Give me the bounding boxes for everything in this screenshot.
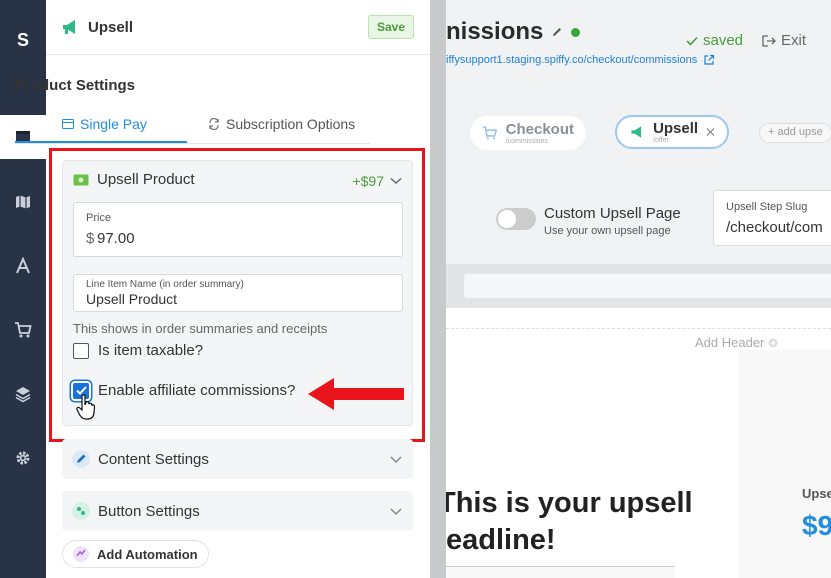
gear-icon bbox=[16, 451, 30, 465]
plus-circle-icon bbox=[768, 338, 778, 347]
header-divider bbox=[446, 328, 831, 329]
product-settings-title: Product Settings bbox=[15, 77, 136, 94]
chevron-down-icon bbox=[390, 456, 402, 464]
button-settings-accordion[interactable]: Button Settings bbox=[62, 491, 413, 531]
layers-nav-button[interactable] bbox=[0, 372, 46, 416]
pencil-icon[interactable] bbox=[551, 26, 563, 38]
tab-label: Single Pay bbox=[80, 116, 147, 132]
chevron-down-icon bbox=[390, 508, 402, 516]
funnel-title: nissions bbox=[446, 18, 581, 46]
accordion-label: Content Settings bbox=[98, 450, 209, 468]
cart-icon bbox=[482, 126, 498, 140]
funnel-title-text: nissions bbox=[446, 18, 544, 45]
content-settings-accordion[interactable]: Content Settings bbox=[62, 439, 413, 479]
custom-page-title: Custom Upsell Page bbox=[544, 205, 681, 222]
side-product-label: Upse bbox=[802, 486, 831, 501]
funnel-url-link[interactable]: iffysupport1.staging.spiffy.co/checkout/… bbox=[446, 54, 715, 66]
tab-subscription-options[interactable]: Subscription Options bbox=[208, 116, 355, 132]
cart-icon bbox=[15, 322, 32, 338]
megaphone-icon bbox=[631, 126, 642, 138]
step-upsell[interactable]: Upsell /offer bbox=[615, 115, 729, 149]
pen-icon bbox=[72, 450, 90, 468]
step-name: Upsell bbox=[653, 120, 699, 137]
editor-preview: nissions iffysupport1.staging.spiffy.co/… bbox=[446, 0, 831, 578]
typography-nav-button[interactable] bbox=[0, 244, 46, 288]
tab-single-pay[interactable]: Single Pay bbox=[62, 116, 147, 132]
typography-icon bbox=[16, 257, 30, 274]
card-icon bbox=[62, 119, 74, 129]
upsell-headline[interactable]: This is your upsell eadline! bbox=[446, 485, 693, 559]
step-path: /offer bbox=[653, 137, 669, 144]
check-icon bbox=[686, 36, 698, 46]
panel-header: Upsell Save bbox=[46, 0, 430, 55]
automation-icon bbox=[73, 546, 89, 562]
saved-label: saved bbox=[703, 32, 744, 49]
tab-label: Subscription Options bbox=[226, 116, 356, 132]
slug-label: Upsell Step Slug bbox=[726, 201, 808, 213]
preview-toolbar bbox=[446, 264, 831, 308]
add-automation-button[interactable]: Add Automation bbox=[62, 540, 209, 568]
close-icon[interactable] bbox=[706, 127, 715, 137]
button-icon bbox=[72, 502, 90, 520]
annotation-arrow-icon bbox=[308, 378, 404, 410]
exit-icon bbox=[762, 34, 776, 47]
step-name: Checkout bbox=[505, 121, 574, 138]
app-logo[interactable]: S bbox=[0, 30, 46, 51]
settings-nav-button[interactable] bbox=[0, 436, 46, 480]
cart-nav-button[interactable] bbox=[0, 308, 46, 352]
step-checkout[interactable]: Checkout /commissions bbox=[470, 116, 586, 150]
toggle-knob bbox=[498, 210, 516, 228]
external-link-icon bbox=[704, 54, 715, 65]
preview-address-bar[interactable] bbox=[464, 274, 831, 298]
status-dot bbox=[571, 27, 581, 37]
hand-cursor-icon bbox=[76, 394, 96, 420]
repeat-icon bbox=[209, 118, 219, 130]
save-button[interactable]: Save bbox=[367, 15, 414, 39]
map-icon bbox=[16, 195, 30, 209]
megaphone-icon bbox=[63, 20, 75, 34]
layers-icon bbox=[15, 387, 31, 403]
funnel-url-text: iffysupport1.staging.spiffy.co/checkout/… bbox=[446, 54, 698, 66]
exit-button[interactable]: Exit bbox=[762, 32, 806, 49]
step-path: /commissions bbox=[505, 138, 549, 145]
add-header-label: Add Header bbox=[695, 335, 765, 350]
custom-page-subtitle: Use your own upsell page bbox=[544, 225, 671, 237]
add-upsell-button[interactable]: + add upse bbox=[759, 123, 831, 143]
side-product-price: $9 bbox=[802, 510, 831, 541]
map-nav-button[interactable] bbox=[0, 180, 46, 224]
panel-title: Upsell bbox=[88, 18, 134, 36]
headline-line-2: eadline! bbox=[446, 524, 556, 556]
add-header-button[interactable]: Add Header bbox=[695, 335, 778, 350]
add-automation-label: Add Automation bbox=[97, 546, 198, 562]
embedded-screenshot-thumbnail bbox=[446, 566, 675, 578]
accordion-label: Button Settings bbox=[98, 502, 200, 520]
slug-input[interactable]: /checkout/com bbox=[726, 219, 823, 236]
payment-tabs: Single Pay Subscription Options bbox=[15, 112, 370, 144]
upsell-step-slug-field[interactable]: Upsell Step Slug /checkout/com bbox=[713, 190, 831, 246]
headline-line-1: This is your upsell bbox=[446, 487, 693, 519]
panel-resize-handle[interactable] bbox=[430, 0, 446, 578]
saved-status: saved bbox=[686, 32, 743, 49]
order-summary-column bbox=[739, 350, 831, 578]
exit-label: Exit bbox=[781, 32, 807, 49]
active-tab-indicator bbox=[15, 141, 187, 143]
custom-upsell-page-toggle[interactable] bbox=[496, 208, 536, 230]
